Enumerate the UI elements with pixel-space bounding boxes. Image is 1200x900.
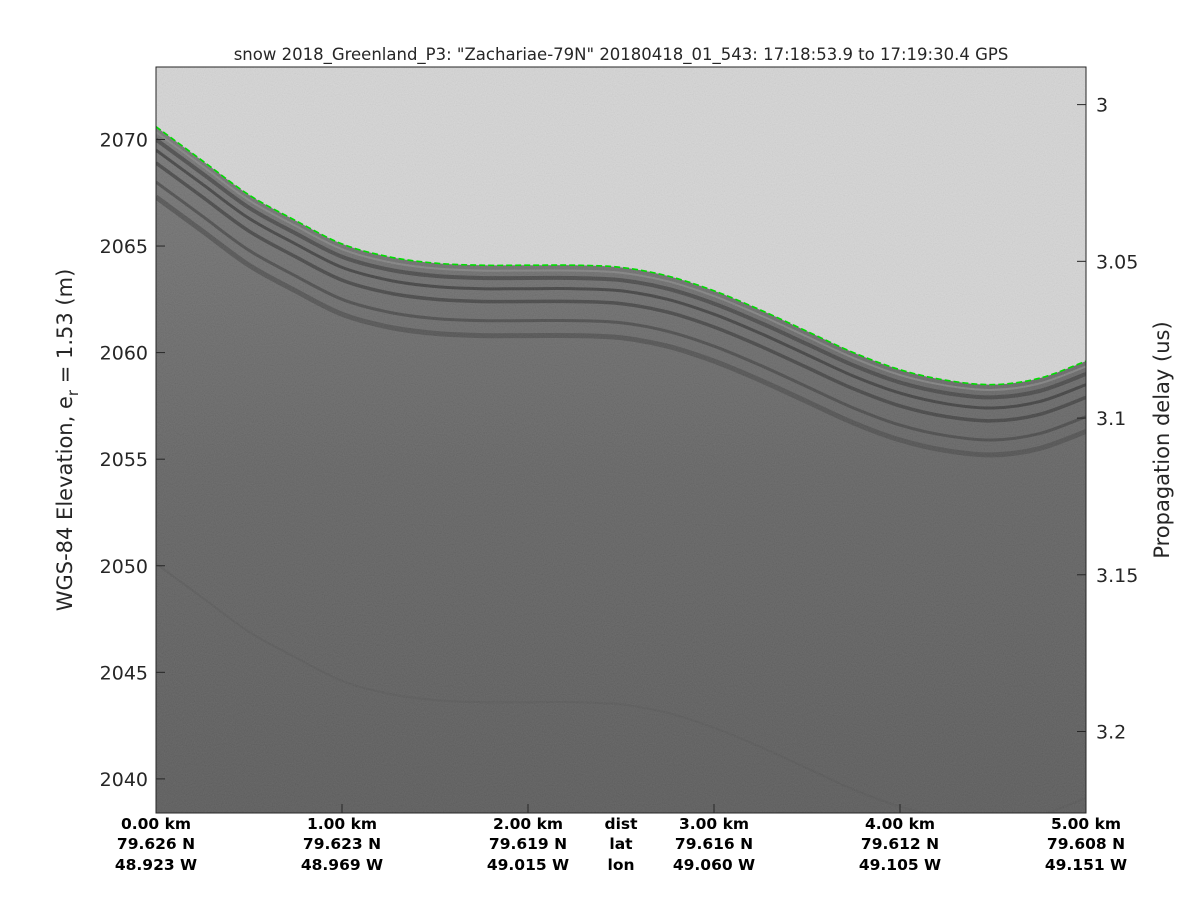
x-tick-label-lon: 49.060 W (673, 856, 755, 874)
left-tick-label: 2060 (100, 343, 148, 365)
x-tick-label-dist: 5.00 km (1051, 815, 1121, 833)
right-tick-label: 3.15 (1096, 565, 1138, 587)
x-tick-label-lat: 79.626 N (117, 835, 195, 853)
x-tick-label-dist: 3.00 km (679, 815, 749, 833)
x-tick-label-lat: 79.612 N (861, 835, 939, 853)
x-tick-label-dist: 1.00 km (307, 815, 377, 833)
x-tick-label-lon: 48.969 W (301, 856, 383, 874)
left-tick-label: 2045 (100, 662, 148, 684)
plot-area (156, 67, 1086, 813)
chart-title: snow 2018_Greenland_P3: "Zachariae-79N" … (234, 45, 1009, 65)
y-axis-label-right: Propagation delay (us) (1150, 321, 1174, 558)
x-row-label-dist: dist (604, 815, 638, 833)
y-axis-label-left: WGS-84 Elevation, er = 1.53 (m) (53, 269, 82, 612)
x-tick-label-dist: 2.00 km (493, 815, 563, 833)
left-tick-label: 2070 (100, 129, 148, 151)
x-tick-label-lon: 48.923 W (115, 856, 197, 874)
right-tick-label: 3.2 (1096, 722, 1126, 744)
right-tick-label: 3 (1096, 95, 1108, 117)
noise-texture (156, 67, 1086, 813)
x-tick-label-lat: 79.623 N (303, 835, 381, 853)
right-tick-label: 3.05 (1096, 251, 1138, 273)
left-tick-label: 2050 (100, 556, 148, 578)
x-tick-label-lat: 79.608 N (1047, 835, 1125, 853)
right-tick-label: 3.1 (1096, 408, 1126, 430)
left-tick-label: 2065 (100, 236, 148, 258)
x-tick-label-lon: 49.151 W (1045, 856, 1127, 874)
x-row-label-lon: lon (608, 856, 635, 874)
x-tick-label-dist: 4.00 km (865, 815, 935, 833)
left-y-axis: 2040 2045 2050 2055 2060 2065 2070 (100, 129, 165, 791)
x-tick-label-lon: 49.015 W (487, 856, 569, 874)
x-tick-label-lon: 49.105 W (859, 856, 941, 874)
left-tick-label: 2055 (100, 449, 148, 471)
x-row-label-lat: lat (609, 835, 633, 853)
x-axis: 0.00 km 79.626 N 48.923 W 1.00 km 79.623 N 48… (115, 804, 1127, 874)
radar-echogram-figure: snow 2018_Greenland_P3: "Zachariae-79N" … (53, 45, 1174, 874)
x-tick-label-lat: 79.616 N (675, 835, 753, 853)
x-tick-label-lat: 79.619 N (489, 835, 567, 853)
x-tick-label-dist: 0.00 km (121, 815, 191, 833)
left-tick-label: 2040 (100, 769, 148, 791)
